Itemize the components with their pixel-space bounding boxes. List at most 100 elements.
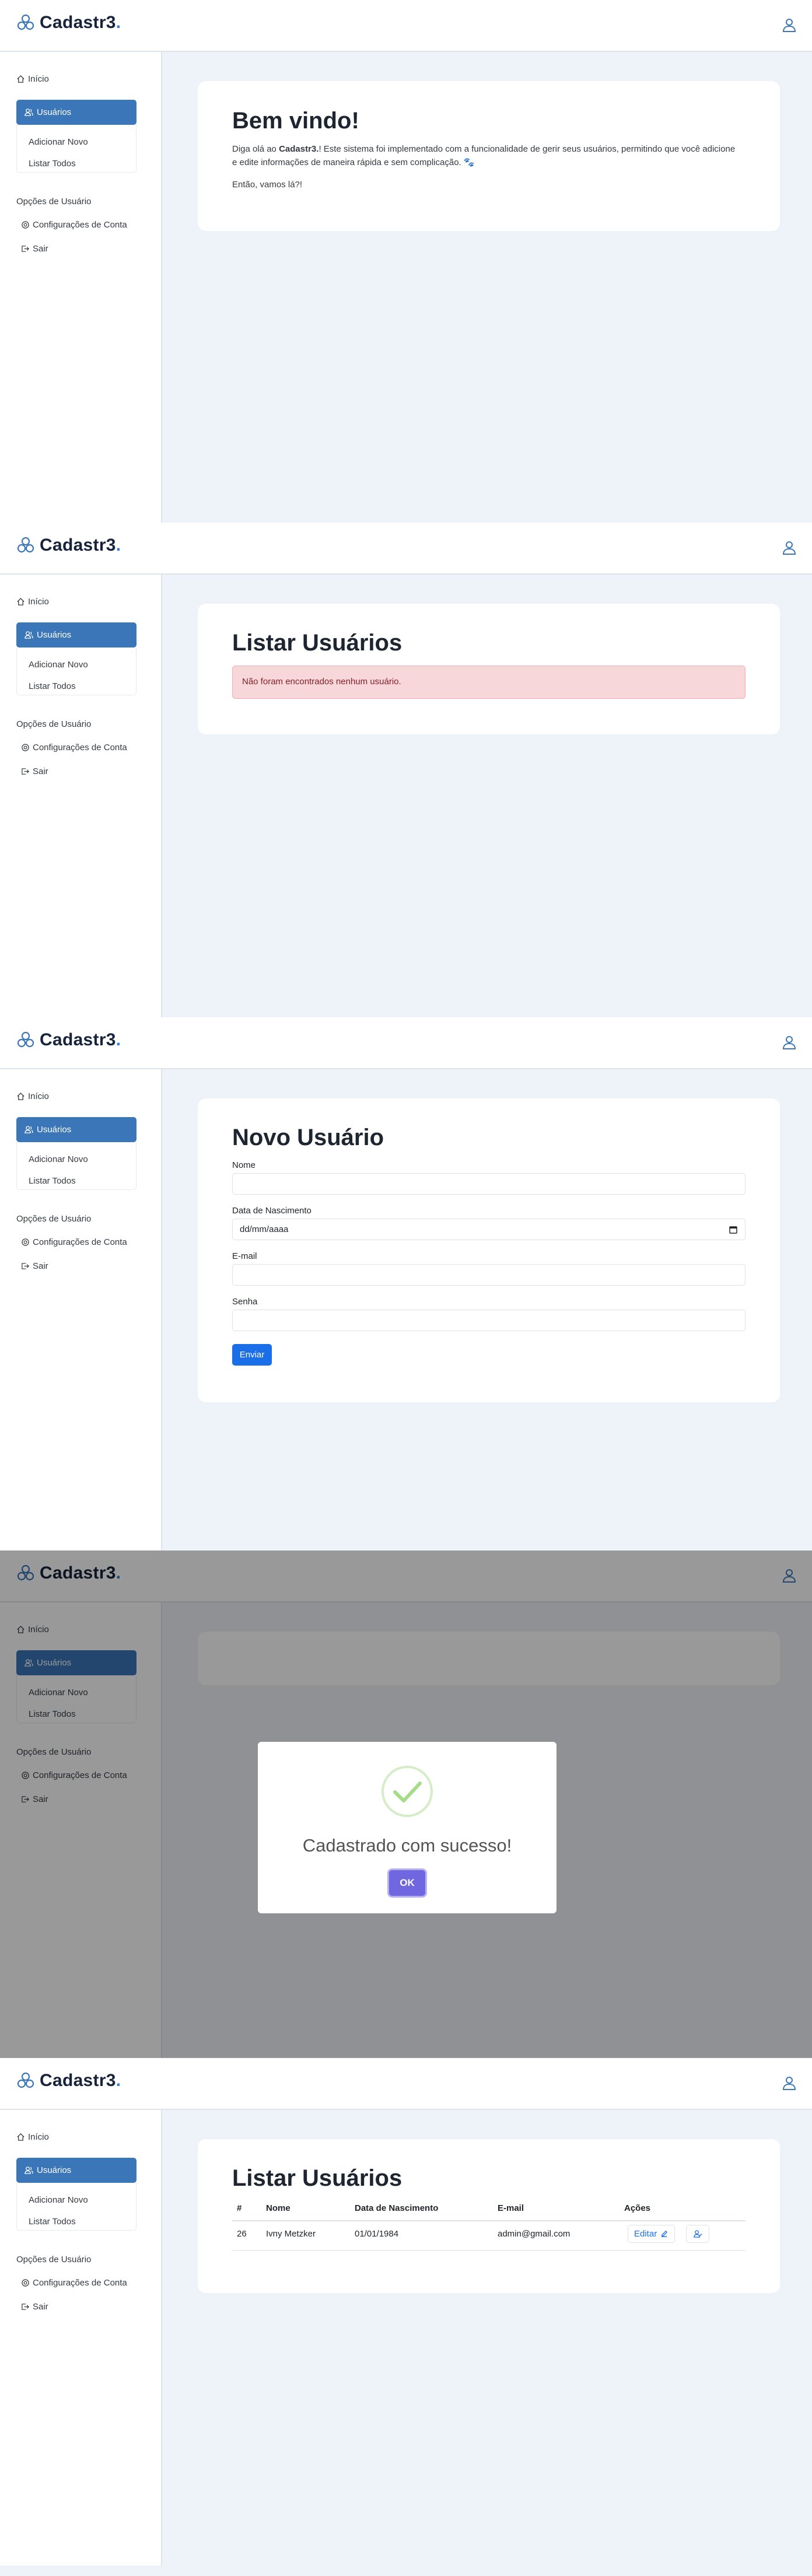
submit-button[interactable]: Enviar (232, 1344, 272, 1366)
name-label: Nome (232, 1160, 256, 1170)
sidebar-item-add-new[interactable]: Adicionar Novo (29, 1154, 88, 1164)
sidebar-item-list-all[interactable]: Listar Todos (29, 681, 76, 691)
sidebar-home-label: Início (28, 74, 49, 84)
sidebar-item-add-new[interactable]: Adicionar Novo (29, 137, 88, 147)
sidebar-home-label: Início (28, 1091, 49, 1101)
sidebar-item-exit[interactable]: Sair (21, 1261, 48, 1271)
email-field[interactable] (232, 1264, 746, 1286)
user-menu-button[interactable] (782, 1035, 797, 1050)
sidebar-item-account-settings[interactable]: Configurações de Conta (21, 2278, 127, 2288)
app-logo[interactable]: Cadastr3. (16, 2071, 121, 2091)
sidebar-users-label: Usuários (37, 630, 72, 640)
app-logo[interactable]: Cadastr3. (16, 536, 121, 555)
top-header: Cadastr3. (0, 2058, 812, 2110)
birth-date-label: Data de Nascimento (232, 1206, 312, 1216)
table-header-divider (232, 2220, 746, 2221)
user-icon (782, 19, 796, 32)
logo-dot: . (116, 2071, 121, 2090)
user-options-heading: Opções de Usuário (16, 197, 92, 206)
ok-button[interactable]: OK (389, 1870, 425, 1896)
exit-icon (22, 768, 29, 775)
sidebar-item-home[interactable]: Início (16, 74, 49, 84)
edit-button[interactable]: Editar (628, 2225, 676, 2243)
home-icon (17, 75, 24, 83)
app-logo[interactable]: Cadastr3. (16, 1030, 121, 1050)
column-header-id: # (237, 2203, 242, 2213)
column-header-actions: Ações (624, 2203, 651, 2213)
cell-birth-date: 01/01/1984 (355, 2229, 399, 2239)
user-menu-button[interactable] (782, 18, 797, 33)
sidebar-item-exit[interactable]: Sair (21, 244, 48, 254)
birth-date-field[interactable]: dd/mm/aaaa (232, 1219, 746, 1240)
exit-icon (22, 2304, 29, 2310)
sidebar-item-account-settings[interactable]: Configurações de Conta (21, 743, 127, 752)
sidebar-item-home[interactable]: Início (16, 1091, 49, 1101)
sidebar-settings-label: Configurações de Conta (33, 220, 127, 230)
sidebar-item-list-all[interactable]: Listar Todos (29, 1176, 76, 1186)
logo-icon (17, 14, 34, 30)
success-dialog: Cadastrado com sucesso! OK (258, 1742, 556, 1913)
sidebar-item-list-all[interactable]: Listar Todos (29, 2217, 76, 2227)
sidebar-item-home[interactable]: Início (16, 597, 49, 607)
sidebar-item-users[interactable]: Usuários (16, 622, 136, 648)
users-icon (24, 631, 33, 639)
sidebar-exit-label: Sair (33, 766, 48, 776)
gear-icon (22, 744, 29, 751)
remove-user-icon (693, 2230, 702, 2238)
gear-icon (22, 221, 29, 229)
sidebar-item-exit[interactable]: Sair (21, 2302, 48, 2312)
sidebar-item-list-all[interactable]: Listar Todos (29, 159, 76, 169)
user-icon (782, 541, 796, 555)
sidebar-item-account-settings[interactable]: Configurações de Conta (21, 220, 127, 230)
top-header: Cadastr3. (0, 523, 812, 575)
screen-list-users: Cadastr3. Início Usuários Adicionar Novo… (0, 2058, 812, 2576)
column-header-birth-date: Data de Nascimento (355, 2203, 439, 2213)
logo-dot: . (116, 13, 121, 32)
user-menu-button[interactable] (782, 2076, 797, 2091)
user-menu-button[interactable] (782, 540, 797, 555)
users-table: # Nome Data de Nascimento E-mail Ações 2… (232, 2203, 746, 2251)
welcome-card: Bem vindo! Diga olá ao Cadastr3.! Este s… (198, 81, 780, 231)
welcome-cta: Então, vamos lá?! (232, 180, 303, 190)
calendar-icon[interactable] (729, 1225, 738, 1234)
sidebar-settings-label: Configurações de Conta (33, 2278, 127, 2288)
sidebar-item-home[interactable]: Início (16, 2132, 49, 2142)
success-check-icon (382, 1766, 433, 1817)
logo-dot: . (116, 536, 121, 555)
logo-text: Cadastr3 (40, 2071, 116, 2090)
user-options-heading: Opções de Usuário (16, 719, 92, 729)
sidebar-item-users[interactable]: Usuários (16, 2158, 136, 2183)
logo-icon (17, 1031, 34, 1048)
sidebar-item-exit[interactable]: Sair (21, 766, 48, 776)
empty-alert: Não foram encontrados nenhum usuário. (232, 666, 746, 699)
screen-new-user: Cadastr3. Início Usuários Adicionar Novo… (0, 1017, 812, 1550)
home-icon (17, 2133, 24, 2141)
sidebar-exit-label: Sair (33, 2302, 48, 2312)
logo-dot: . (116, 1030, 121, 1049)
name-field[interactable] (232, 1173, 746, 1195)
sidebar: Início Usuários Adicionar Novo Listar To… (0, 2110, 162, 2566)
sidebar-item-account-settings[interactable]: Configurações de Conta (21, 1237, 127, 1247)
sidebar-home-label: Início (28, 2132, 49, 2142)
sidebar-exit-label: Sair (33, 1261, 48, 1271)
users-submenu: Adicionar Novo Listar Todos (16, 1142, 136, 1190)
logo-text: Cadastr3 (40, 13, 116, 32)
sidebar-item-users[interactable]: Usuários (16, 1117, 136, 1142)
screen-welcome: Cadastr3. Início Usuários Adicionar Novo… (0, 0, 812, 523)
cell-id: 26 (237, 2229, 247, 2239)
app-logo[interactable]: Cadastr3. (16, 13, 121, 33)
sidebar-item-add-new[interactable]: Adicionar Novo (29, 660, 88, 670)
sidebar: Início Usuários Adicionar Novo Listar To… (0, 52, 162, 523)
password-field[interactable] (232, 1310, 746, 1331)
edit-label: Editar (634, 2229, 657, 2239)
exit-icon (22, 1263, 29, 1269)
dialog-title: Cadastrado com sucesso! (302, 1835, 512, 1856)
top-header: Cadastr3. (0, 1017, 812, 1069)
logo-icon (17, 2072, 34, 2088)
sidebar-item-add-new[interactable]: Adicionar Novo (29, 2195, 88, 2205)
home-icon (17, 1092, 24, 1100)
users-submenu: Adicionar Novo Listar Todos (16, 2183, 136, 2231)
top-header: Cadastr3. (0, 0, 812, 52)
sidebar-item-users[interactable]: Usuários (16, 100, 136, 125)
delete-user-button[interactable] (686, 2225, 709, 2243)
